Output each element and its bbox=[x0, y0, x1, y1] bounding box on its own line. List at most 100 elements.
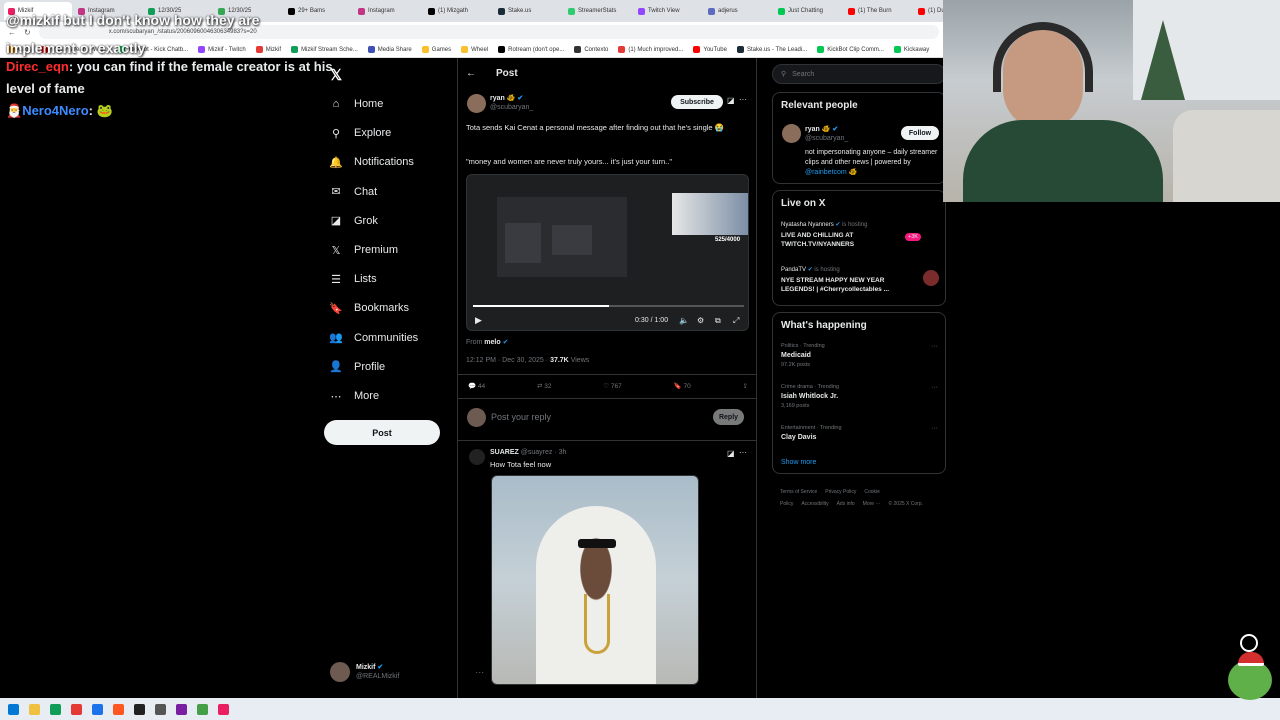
share-icon[interactable]: ⇪ bbox=[743, 382, 748, 390]
reply-input[interactable]: Post your reply bbox=[491, 412, 651, 422]
repost-button[interactable]: ⇄ 32 bbox=[537, 382, 552, 390]
bookmark-item[interactable]: Contexto bbox=[574, 46, 608, 53]
nav-item-profile[interactable]: 👤 Profile bbox=[329, 357, 385, 377]
bio-link[interactable]: @rainbetcom 🐠 bbox=[805, 169, 857, 176]
taskbar-app-icon[interactable] bbox=[218, 703, 229, 715]
taskbar-app-icon[interactable] bbox=[29, 703, 40, 715]
pip-icon[interactable]: ⧉ bbox=[715, 316, 721, 326]
trend-item[interactable]: Politics · Trending Medicaid 97.2K posts ··… bbox=[781, 343, 939, 368]
bookmark-item[interactable]: YouTube bbox=[693, 46, 727, 53]
bookmark-item[interactable]: Stake.us - The Leadi... bbox=[736, 46, 807, 53]
taskbar-app-icon[interactable] bbox=[134, 703, 145, 715]
nav-item-grok[interactable]: ◪ Grok bbox=[330, 211, 378, 231]
more-icon[interactable]: ··· bbox=[931, 343, 938, 350]
reply-count-button[interactable]: 💬 44 bbox=[468, 382, 485, 390]
reply-image[interactable] bbox=[491, 475, 699, 685]
post-video[interactable]: 525/4000 ▶ 0:30 / 1:00 🔈 ⚙ ⧉ ⤢ bbox=[466, 174, 749, 331]
footer-link[interactable]: Ads info bbox=[837, 501, 855, 507]
bookmark-item[interactable]: Wheel bbox=[461, 46, 488, 53]
grok-icon[interactable]: ◪ bbox=[727, 449, 735, 458]
chat-overlay-top: @mizkif but I don't know how they are im… bbox=[6, 2, 346, 55]
reply-time[interactable]: 3h bbox=[559, 449, 567, 456]
more-icon[interactable]: ··· bbox=[931, 384, 938, 391]
browser-tab[interactable]: Instagram bbox=[354, 2, 422, 20]
taskbar-app-icon[interactable] bbox=[8, 703, 19, 715]
tab-favicon-icon bbox=[778, 7, 785, 15]
nav-item-premium[interactable]: 𝕏 Premium bbox=[330, 240, 398, 260]
bookmark-item[interactable]: Kickaway bbox=[893, 46, 929, 53]
like-button[interactable]: ♡ 767 bbox=[603, 382, 622, 390]
more-icon[interactable]: ··· bbox=[739, 95, 747, 104]
bookmark-button[interactable]: 🔖 70 bbox=[674, 382, 691, 390]
show-more-link[interactable]: Show more bbox=[781, 459, 816, 466]
post-handle[interactable]: @scubaryan_ bbox=[490, 103, 533, 112]
reply-author[interactable]: SUAREZ bbox=[490, 449, 519, 456]
video-progress-track[interactable] bbox=[473, 305, 744, 307]
browser-tab[interactable]: (1) Mizgath bbox=[424, 2, 492, 20]
footer-link[interactable]: Privacy Policy bbox=[825, 489, 856, 495]
nav-item-notifications[interactable]: 🔔 Notifications bbox=[329, 152, 414, 172]
more-icon[interactable]: ··· bbox=[931, 425, 938, 432]
avatar[interactable] bbox=[469, 449, 485, 465]
reply-count: 44 bbox=[477, 383, 486, 390]
bookmark-item[interactable]: KickBot Clip Comm... bbox=[817, 46, 884, 53]
avatar[interactable] bbox=[782, 124, 801, 143]
bookmark-favicon-icon bbox=[817, 46, 825, 53]
x-logo-icon[interactable]: 𝕏 bbox=[330, 66, 342, 84]
browser-tab[interactable]: adjerus bbox=[704, 2, 772, 20]
live-item[interactable]: Nyatasha Nyanners ✔ is hosting LIVE AND … bbox=[781, 221, 941, 249]
bookmark-item[interactable]: Media Share bbox=[367, 46, 412, 53]
taskbar-app-icon[interactable] bbox=[92, 703, 103, 715]
taskbar-app-icon[interactable] bbox=[50, 703, 61, 715]
bookmark-item[interactable]: Rotream (don't ope... bbox=[498, 46, 564, 53]
subscribe-button[interactable]: Subscribe bbox=[671, 95, 723, 109]
post-time[interactable]: 12:12 PM · Dec 30, 2025 bbox=[466, 357, 544, 364]
person-handle[interactable]: @scubaryan_ bbox=[805, 134, 848, 143]
post-button[interactable]: Post bbox=[324, 420, 440, 445]
nav-item-more[interactable]: ⋯ More bbox=[330, 386, 380, 406]
bookmark-item[interactable]: (1) Much improved... bbox=[618, 46, 683, 53]
back-arrow-icon[interactable]: ← bbox=[466, 68, 476, 79]
reply-handle[interactable]: @suayrez bbox=[521, 449, 553, 456]
nav-item-bookmarks[interactable]: 🔖 Bookmarks bbox=[329, 298, 409, 318]
footer-link[interactable]: Terms of Service bbox=[780, 489, 817, 495]
volume-icon[interactable]: 🔈 bbox=[679, 316, 689, 325]
video-time: 0:30 / 1:00 bbox=[635, 317, 669, 324]
grok-icon[interactable]: ◪ bbox=[727, 96, 735, 105]
nav-item-label: Notifications bbox=[354, 156, 414, 169]
footer-link[interactable]: Accessibility bbox=[801, 501, 828, 507]
taskbar-app-icon[interactable] bbox=[176, 703, 187, 715]
nav-item-chat[interactable]: ✉ Chat bbox=[330, 182, 377, 202]
taskbar-app-icon[interactable] bbox=[71, 703, 82, 715]
nav-item-lists[interactable]: ☰ Lists bbox=[330, 269, 377, 289]
settings-icon[interactable]: ⚙ bbox=[697, 316, 704, 325]
avatar[interactable] bbox=[467, 94, 486, 113]
fullscreen-icon[interactable]: ⤢ bbox=[733, 316, 739, 326]
play-icon[interactable]: ▶ bbox=[475, 315, 482, 326]
taskbar-app-icon[interactable] bbox=[113, 703, 124, 715]
taskbar-app-icon[interactable] bbox=[155, 703, 166, 715]
footer-link[interactable]: © 2025 X Corp. bbox=[888, 501, 923, 507]
nav-item-explore[interactable]: ⚲ Explore bbox=[330, 123, 391, 143]
person-name[interactable]: ryan 🐠 bbox=[805, 126, 830, 133]
search-input[interactable]: ⚲ Search bbox=[772, 64, 946, 84]
live-item[interactable]: PandaTV ✔ is hosting NYE STREAM HAPPY NE… bbox=[781, 266, 941, 294]
nav-item-home[interactable]: ⌂ Home bbox=[330, 94, 384, 114]
reply-button[interactable]: Reply bbox=[713, 409, 744, 425]
trend-item[interactable]: Crime drama · Trending Isiah Whitlock Jr.… bbox=[781, 384, 939, 409]
nav-item-communities[interactable]: 👥 Communities bbox=[329, 328, 418, 348]
browser-tab[interactable]: Twitch View bbox=[634, 2, 702, 20]
footer-link[interactable]: More ··· bbox=[863, 501, 881, 507]
browser-tab[interactable]: StreamerStats bbox=[564, 2, 632, 20]
browser-tab[interactable]: Stake.us bbox=[494, 2, 562, 20]
post-author[interactable]: ryan 🐠 bbox=[490, 95, 515, 102]
whats-happening-card: What's happening Politics · Trending Medi… bbox=[772, 312, 946, 474]
more-icon[interactable]: ··· bbox=[739, 448, 747, 457]
taskbar-app-icon[interactable] bbox=[197, 703, 208, 715]
browser-tab[interactable]: Just Chatting bbox=[774, 2, 842, 20]
follow-button[interactable]: Follow bbox=[901, 126, 939, 140]
browser-tab[interactable]: (1) The Burn bbox=[844, 2, 912, 20]
trend-item[interactable]: Entertainment · Trending Clay Davis ··· bbox=[781, 425, 939, 444]
from-user[interactable]: melo bbox=[484, 339, 500, 346]
bookmark-item[interactable]: Games bbox=[421, 46, 451, 53]
